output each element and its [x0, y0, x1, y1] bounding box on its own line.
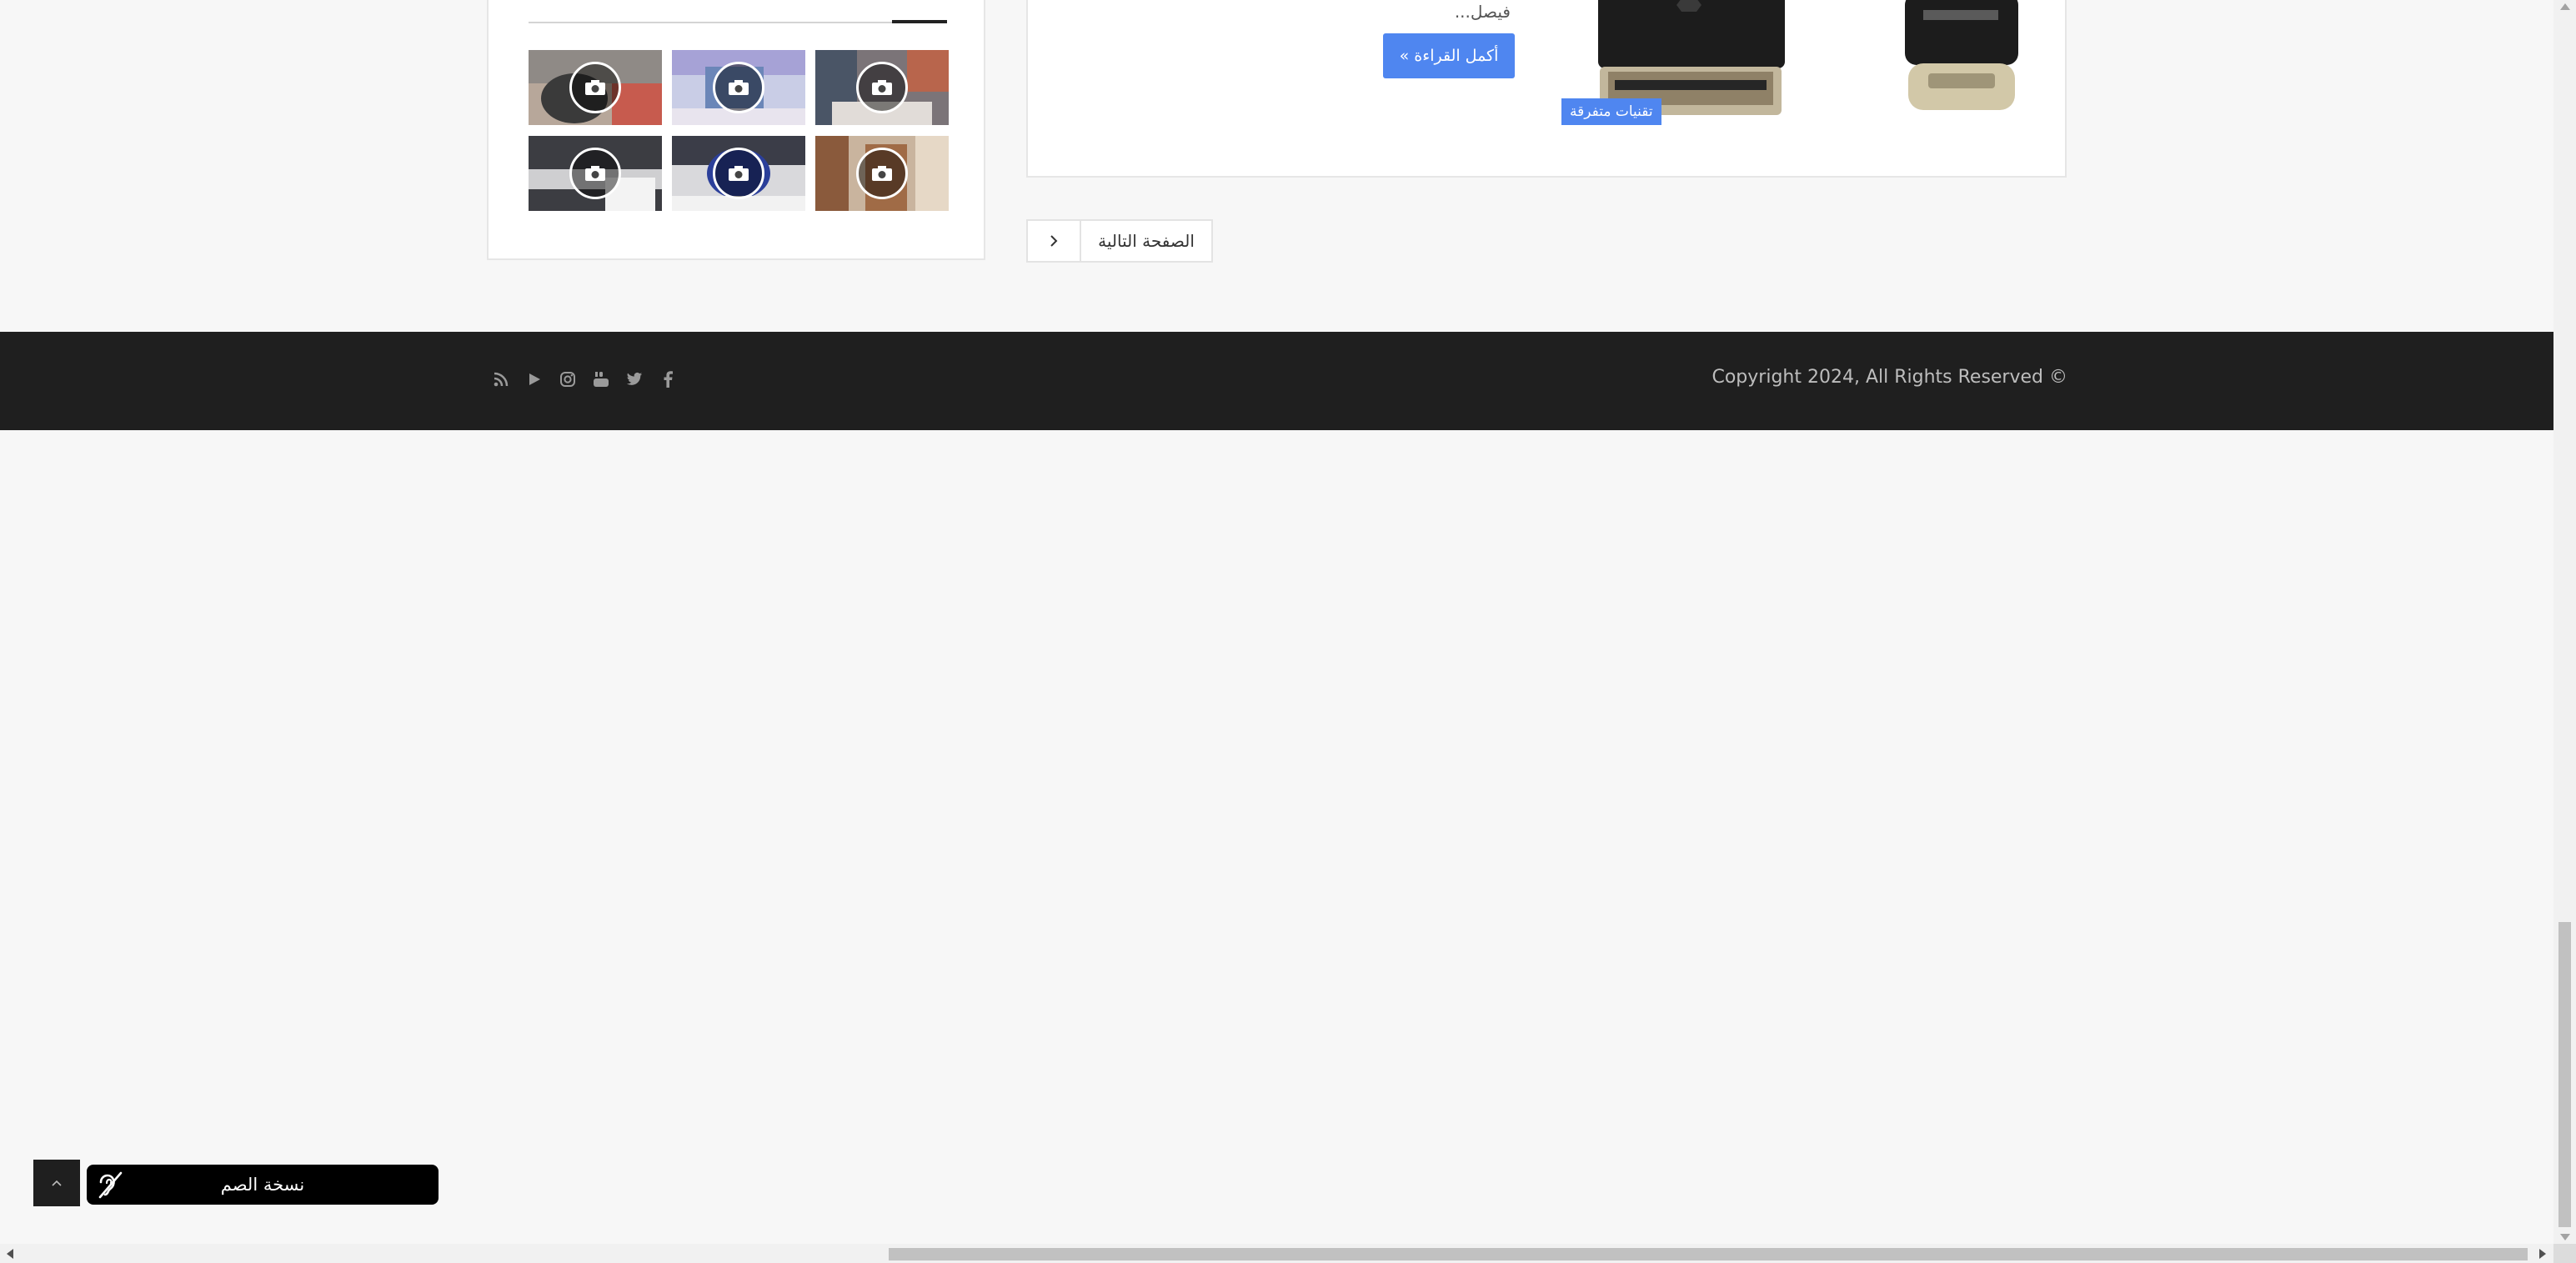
- scroll-right-icon[interactable]: [2539, 1249, 2546, 1259]
- article-card: فيصل... أكمل القراءة » تقنيات متفرقة: [1026, 0, 2067, 178]
- gallery-thumb[interactable]: [815, 50, 949, 125]
- gallery-thumb[interactable]: [815, 136, 949, 211]
- gallery-thumb[interactable]: [672, 136, 805, 211]
- widget-divider: [529, 22, 947, 23]
- gallery-thumb[interactable]: [672, 50, 805, 125]
- social-links: [492, 367, 677, 392]
- camera-icon: [713, 148, 764, 199]
- next-page-label: الصفحة التالية: [1098, 231, 1195, 251]
- gallery-thumb[interactable]: [529, 136, 662, 211]
- vertical-scroll-thumb[interactable]: [2558, 922, 2571, 1227]
- gallery-thumb[interactable]: [529, 50, 662, 125]
- scroll-up-icon[interactable]: [2560, 3, 2570, 10]
- camera-icon: [856, 148, 908, 199]
- vertical-scrollbar[interactable]: [2553, 0, 2576, 1244]
- horizontal-scroll-thumb[interactable]: [889, 1248, 2528, 1260]
- camera-icon: [713, 62, 764, 113]
- chevron-up-icon: [52, 1180, 62, 1186]
- scroll-down-icon[interactable]: [2560, 1234, 2570, 1240]
- twitter-icon[interactable]: [625, 367, 644, 392]
- next-page-button[interactable]: الصفحة التالية: [1026, 219, 1213, 263]
- category-badge[interactable]: تقنيات متفرقة: [1561, 98, 1661, 125]
- horizontal-scrollbar[interactable]: [0, 1244, 2576, 1263]
- camera-icon: [569, 62, 621, 113]
- youtube-icon[interactable]: [592, 367, 610, 392]
- deaf-version-label: نسخة الصم: [220, 1175, 305, 1195]
- read-more-button[interactable]: أكمل القراءة »: [1383, 33, 1515, 78]
- chevron-right-icon: [1028, 221, 1081, 261]
- sidebar-gallery-widget: [487, 0, 985, 260]
- scrollbar-corner: [2553, 1244, 2576, 1263]
- back-to-top-button[interactable]: [33, 1160, 80, 1206]
- instagram-icon[interactable]: [559, 367, 577, 392]
- widget-divider-accent: [892, 20, 947, 23]
- copyright-text: Copyright 2024, All Rights Reserved ©: [1711, 367, 2067, 388]
- camera-icon: [569, 148, 621, 199]
- facebook-icon[interactable]: [659, 367, 677, 392]
- rss-icon[interactable]: [492, 367, 510, 392]
- play-icon[interactable]: [525, 367, 544, 392]
- scroll-left-icon[interactable]: [7, 1249, 13, 1259]
- camera-icon: [856, 62, 908, 113]
- site-footer: Copyright 2024, All Rights Reserved ©: [0, 332, 2553, 430]
- deaf-version-button[interactable]: نسخة الصم: [87, 1165, 439, 1205]
- article-excerpt: فيصل...: [1454, 2, 1511, 22]
- hearing-impaired-icon: [98, 1171, 123, 1199]
